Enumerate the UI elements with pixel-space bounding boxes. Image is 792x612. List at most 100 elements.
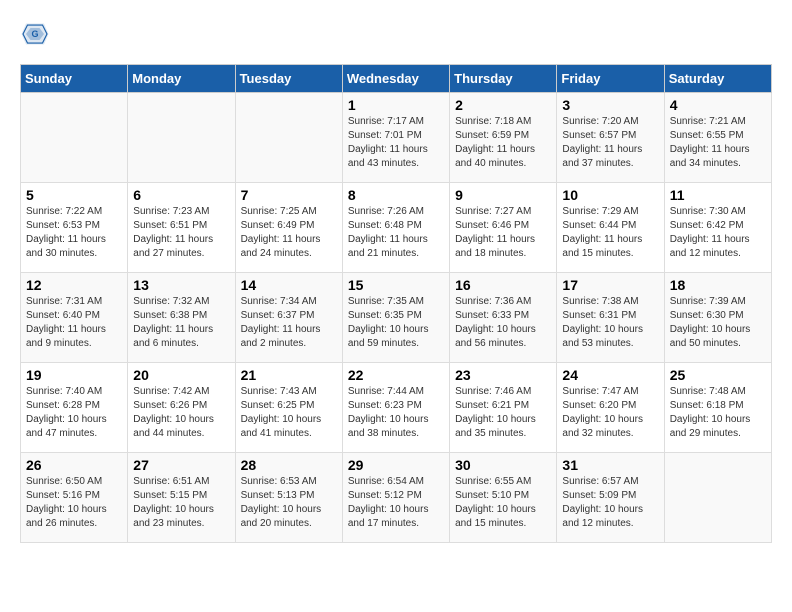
day-cell: 21 Sunrise: 7:43 AM Sunset: 6:25 PM Dayli… <box>235 363 342 453</box>
day-number: 26 <box>26 457 122 473</box>
day-cell <box>235 93 342 183</box>
day-number: 23 <box>455 367 551 383</box>
day-cell: 9Sunrise: 7:27 AM Sunset: 6:46 PM Daylig… <box>450 183 557 273</box>
day-cell: 16Sunrise: 7:36 AM Sunset: 6:33 PM Dayli… <box>450 273 557 363</box>
day-number: 10 <box>562 187 658 203</box>
day-info: Sunrise: 7:48 AM Sunset: 6:18 PM Dayligh… <box>670 385 766 441</box>
day-number: 5 <box>26 187 122 203</box>
weekday-header-monday: Monday <box>128 65 235 93</box>
day-cell: 18Sunrise: 7:39 AM Sunset: 6:30 PM Dayli… <box>664 273 771 363</box>
week-row-4: 19Sunrise: 7:40 AM Sunset: 6:28 PM Dayli… <box>21 363 772 453</box>
weekday-header-wednesday: Wednesday <box>342 65 449 93</box>
day-info: Sunrise: 7:18 AM Sunset: 6:59 PM Dayligh… <box>455 115 551 171</box>
day-cell: 2 Sunrise: 7:18 AM Sunset: 6:59 PM Daylig… <box>450 93 557 183</box>
week-row-1: 1 Sunrise: 7:17 AM Sunset: 7:01 PM Daylig… <box>21 93 772 183</box>
weekday-header-row: SundayMondayTuesdayWednesdayThursdayFrid… <box>21 65 772 93</box>
day-info: Sunrise: 7:22 AM Sunset: 6:53 PM Dayligh… <box>26 205 122 261</box>
day-number: 2 <box>455 97 551 113</box>
day-cell: 31 Sunrise: 6:57 AM Sunset: 5:09 PM Dayli… <box>557 453 664 543</box>
day-cell: 14 Sunrise: 7:34 AM Sunset: 6:37 PM Dayli… <box>235 273 342 363</box>
day-cell: 8Sunrise: 7:26 AM Sunset: 6:48 PM Daylig… <box>342 183 449 273</box>
day-number: 28 <box>241 457 337 473</box>
day-info: Sunrise: 7:34 AM Sunset: 6:37 PM Dayligh… <box>241 295 337 351</box>
day-cell: 28 Sunrise: 6:53 AM Sunset: 5:13 PM Dayli… <box>235 453 342 543</box>
day-cell: 12 Sunrise: 7:31 AM Sunset: 6:40 PM Dayli… <box>21 273 128 363</box>
day-cell: 11 Sunrise: 7:30 AM Sunset: 6:42 PM Dayli… <box>664 183 771 273</box>
day-cell: 15Sunrise: 7:35 AM Sunset: 6:35 PM Dayli… <box>342 273 449 363</box>
day-info: Sunrise: 6:53 AM Sunset: 5:13 PM Dayligh… <box>241 475 337 531</box>
day-info: Sunrise: 7:40 AM Sunset: 6:28 PM Dayligh… <box>26 385 122 441</box>
day-cell: 13 Sunrise: 7:32 AM Sunset: 6:38 PM Dayli… <box>128 273 235 363</box>
day-number: 24 <box>562 367 658 383</box>
day-info: Sunrise: 7:30 AM Sunset: 6:42 PM Dayligh… <box>670 205 766 261</box>
day-info: Sunrise: 6:57 AM Sunset: 5:09 PM Dayligh… <box>562 475 658 531</box>
svg-text:G: G <box>31 29 38 39</box>
day-cell: 23 Sunrise: 7:46 AM Sunset: 6:21 PM Dayli… <box>450 363 557 453</box>
page-header: G <box>20 20 772 48</box>
day-cell: 10 Sunrise: 7:29 AM Sunset: 6:44 PM Dayli… <box>557 183 664 273</box>
day-info: Sunrise: 7:42 AM Sunset: 6:26 PM Dayligh… <box>133 385 229 441</box>
day-info: Sunrise: 7:31 AM Sunset: 6:40 PM Dayligh… <box>26 295 122 351</box>
day-cell: 30Sunrise: 6:55 AM Sunset: 5:10 PM Dayli… <box>450 453 557 543</box>
weekday-header-thursday: Thursday <box>450 65 557 93</box>
weekday-header-saturday: Saturday <box>664 65 771 93</box>
day-cell <box>128 93 235 183</box>
day-info: Sunrise: 7:36 AM Sunset: 6:33 PM Dayligh… <box>455 295 551 351</box>
day-number: 6 <box>133 187 229 203</box>
day-cell: 3 Sunrise: 7:20 AM Sunset: 6:57 PM Daylig… <box>557 93 664 183</box>
day-cell: 25 Sunrise: 7:48 AM Sunset: 6:18 PM Dayli… <box>664 363 771 453</box>
day-cell: 4Sunrise: 7:21 AM Sunset: 6:55 PM Daylig… <box>664 93 771 183</box>
day-cell: 26 Sunrise: 6:50 AM Sunset: 5:16 PM Dayli… <box>21 453 128 543</box>
week-row-3: 12 Sunrise: 7:31 AM Sunset: 6:40 PM Dayli… <box>21 273 772 363</box>
logo-icon: G <box>20 20 50 48</box>
day-info: Sunrise: 7:20 AM Sunset: 6:57 PM Dayligh… <box>562 115 658 171</box>
day-info: Sunrise: 7:44 AM Sunset: 6:23 PM Dayligh… <box>348 385 444 441</box>
day-info: Sunrise: 7:26 AM Sunset: 6:48 PM Dayligh… <box>348 205 444 261</box>
day-number: 31 <box>562 457 658 473</box>
day-number: 13 <box>133 277 229 293</box>
day-number: 20 <box>133 367 229 383</box>
day-number: 11 <box>670 187 766 203</box>
day-info: Sunrise: 7:46 AM Sunset: 6:21 PM Dayligh… <box>455 385 551 441</box>
day-info: Sunrise: 7:32 AM Sunset: 6:38 PM Dayligh… <box>133 295 229 351</box>
day-info: Sunrise: 7:25 AM Sunset: 6:49 PM Dayligh… <box>241 205 337 261</box>
day-info: Sunrise: 7:38 AM Sunset: 6:31 PM Dayligh… <box>562 295 658 351</box>
weekday-header-friday: Friday <box>557 65 664 93</box>
day-info: Sunrise: 7:39 AM Sunset: 6:30 PM Dayligh… <box>670 295 766 351</box>
day-info: Sunrise: 7:29 AM Sunset: 6:44 PM Dayligh… <box>562 205 658 261</box>
day-info: Sunrise: 6:51 AM Sunset: 5:15 PM Dayligh… <box>133 475 229 531</box>
calendar-table: SundayMondayTuesdayWednesdayThursdayFrid… <box>20 64 772 543</box>
day-info: Sunrise: 6:54 AM Sunset: 5:12 PM Dayligh… <box>348 475 444 531</box>
day-number: 12 <box>26 277 122 293</box>
day-cell: 22 Sunrise: 7:44 AM Sunset: 6:23 PM Dayli… <box>342 363 449 453</box>
day-number: 7 <box>241 187 337 203</box>
day-cell: 17 Sunrise: 7:38 AM Sunset: 6:31 PM Dayli… <box>557 273 664 363</box>
day-cell: 5 Sunrise: 7:22 AM Sunset: 6:53 PM Daylig… <box>21 183 128 273</box>
logo: G <box>20 20 54 48</box>
day-info: Sunrise: 7:21 AM Sunset: 6:55 PM Dayligh… <box>670 115 766 171</box>
day-number: 3 <box>562 97 658 113</box>
day-cell: 6 Sunrise: 7:23 AM Sunset: 6:51 PM Daylig… <box>128 183 235 273</box>
day-info: Sunrise: 7:35 AM Sunset: 6:35 PM Dayligh… <box>348 295 444 351</box>
day-info: Sunrise: 7:47 AM Sunset: 6:20 PM Dayligh… <box>562 385 658 441</box>
day-number: 21 <box>241 367 337 383</box>
day-cell: 19Sunrise: 7:40 AM Sunset: 6:28 PM Dayli… <box>21 363 128 453</box>
day-info: Sunrise: 6:50 AM Sunset: 5:16 PM Dayligh… <box>26 475 122 531</box>
day-info: Sunrise: 7:43 AM Sunset: 6:25 PM Dayligh… <box>241 385 337 441</box>
day-number: 22 <box>348 367 444 383</box>
day-cell: 27Sunrise: 6:51 AM Sunset: 5:15 PM Dayli… <box>128 453 235 543</box>
day-number: 29 <box>348 457 444 473</box>
day-number: 14 <box>241 277 337 293</box>
day-cell: 7 Sunrise: 7:25 AM Sunset: 6:49 PM Daylig… <box>235 183 342 273</box>
day-number: 1 <box>348 97 444 113</box>
day-cell <box>21 93 128 183</box>
day-cell: 24 Sunrise: 7:47 AM Sunset: 6:20 PM Dayli… <box>557 363 664 453</box>
day-info: Sunrise: 7:17 AM Sunset: 7:01 PM Dayligh… <box>348 115 444 171</box>
day-number: 17 <box>562 277 658 293</box>
day-cell: 29 Sunrise: 6:54 AM Sunset: 5:12 PM Dayli… <box>342 453 449 543</box>
day-number: 25 <box>670 367 766 383</box>
weekday-header-sunday: Sunday <box>21 65 128 93</box>
day-info: Sunrise: 6:55 AM Sunset: 5:10 PM Dayligh… <box>455 475 551 531</box>
week-row-2: 5 Sunrise: 7:22 AM Sunset: 6:53 PM Daylig… <box>21 183 772 273</box>
day-info: Sunrise: 7:23 AM Sunset: 6:51 PM Dayligh… <box>133 205 229 261</box>
